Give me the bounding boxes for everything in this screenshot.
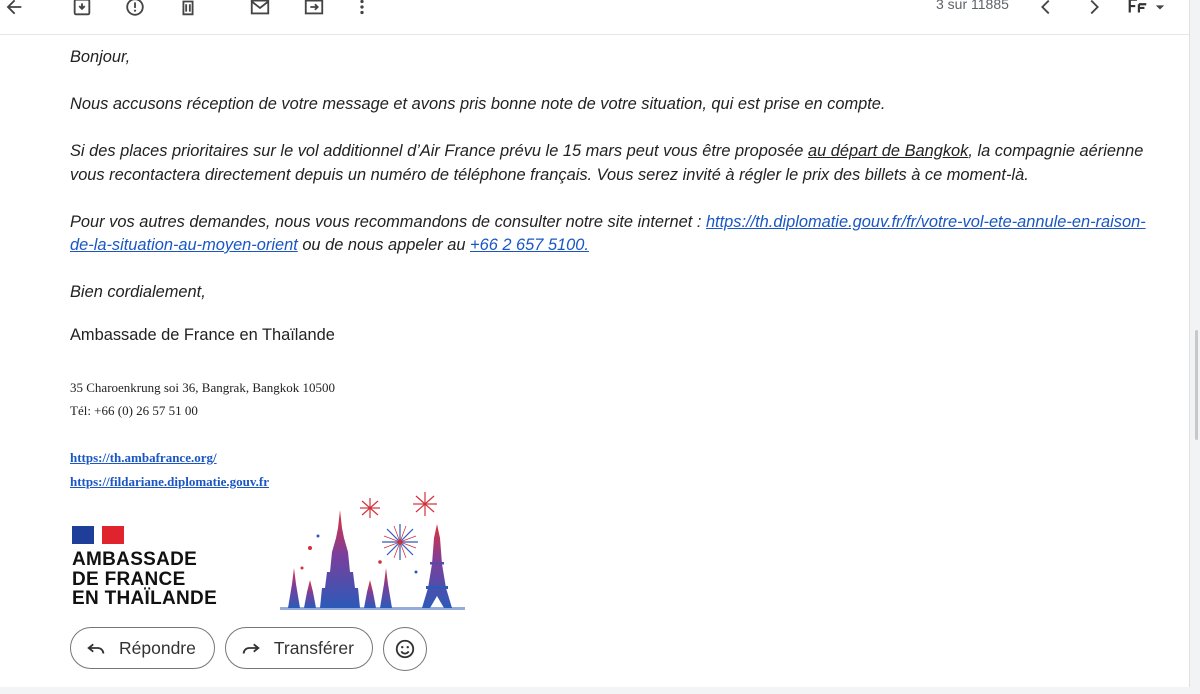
next-icon[interactable]: [1080, 0, 1108, 21]
greeting: Bonjour,: [70, 48, 131, 66]
archive-icon[interactable]: [68, 0, 96, 21]
closing: Bien cordialement,: [70, 283, 206, 301]
paragraph-3-text-a: Pour vos autres demandes, nous vous reco…: [70, 212, 706, 231]
pager-count: 3 sur 11885: [936, 0, 1009, 12]
phone-link[interactable]: +66 2 657 5100.: [470, 236, 589, 254]
french-flag-icon: [72, 526, 124, 544]
paragraph-3: Pour vos autres demandes, nous vous reco…: [70, 211, 1160, 258]
message-toolbar: 3 sur 11885: [0, 0, 1190, 35]
mark-unread-icon[interactable]: [246, 0, 274, 21]
smiley-icon: [395, 639, 415, 659]
signature-links: https://th.ambafrance.org/ https://filda…: [70, 446, 269, 494]
reply-button[interactable]: Répondre: [70, 627, 215, 669]
bottom-divider: [0, 687, 1190, 694]
signature-name: Ambassade de France en Thaïlande: [70, 326, 335, 344]
logo-text-line-3: EN THAÏLANDE: [72, 588, 218, 609]
paragraph-2-text-a: Si des places prioritaires sur le vol ad…: [70, 142, 808, 160]
logo-text-line-1: AMBASSADE: [72, 549, 198, 570]
fildariane-link[interactable]: https://fildariane.diplomatie.gouv.fr: [70, 470, 269, 494]
input-tools-icon[interactable]: [1126, 0, 1150, 21]
ambassade-logo: AMBASSADE DE FRANCE EN THAÏLANDE: [70, 524, 240, 614]
message-actions: Répondre Transférer: [70, 627, 427, 671]
emoji-reaction-button[interactable]: [382, 627, 427, 671]
dropdown-icon[interactable]: [1150, 0, 1170, 21]
logo-text-line-2: DE FRANCE: [72, 568, 186, 590]
logo-text: AMBASSADE DE FRANCE EN THAÏLANDE: [72, 550, 217, 609]
signature-phone: Tél: +66 (0) 26 57 51 00: [70, 403, 198, 418]
delete-icon[interactable]: [174, 0, 202, 21]
scrollbar[interactable]: [1189, 0, 1200, 694]
reply-label: Répondre: [119, 637, 196, 658]
departure-bangkok-underlined: au départ de Bangkok: [807, 142, 969, 160]
forward-icon: [242, 643, 260, 654]
ambafrance-link[interactable]: https://th.ambafrance.org/: [70, 446, 269, 470]
more-vert-icon[interactable]: [348, 0, 376, 21]
signature-address-block: 35 Charoenkrung soi 36, Bangrak, Bangkok…: [70, 376, 335, 422]
move-to-icon[interactable]: [300, 0, 328, 21]
temple-eiffel-fireworks-illustration: [280, 488, 465, 610]
back-arrow-icon[interactable]: [0, 0, 28, 21]
forward-button[interactable]: Transférer: [224, 627, 373, 669]
prev-icon[interactable]: [1032, 0, 1060, 21]
paragraph-2: Si des places prioritaires sur le vol ad…: [70, 140, 1160, 187]
signature-address: 35 Charoenkrung soi 36, Bangrak, Bangkok…: [70, 380, 336, 395]
paragraph-1: Nous accusons réception de votre message…: [70, 95, 886, 113]
paragraph-3-text-b: ou de nous appeler au: [297, 236, 471, 254]
email-body: Bonjour, Nous accusons réception de votr…: [70, 46, 1160, 305]
forward-label: Transférer: [273, 637, 354, 658]
scrollbar-thumb[interactable]: [1195, 330, 1198, 440]
reply-icon: [87, 643, 105, 654]
report-spam-icon[interactable]: [121, 0, 149, 21]
